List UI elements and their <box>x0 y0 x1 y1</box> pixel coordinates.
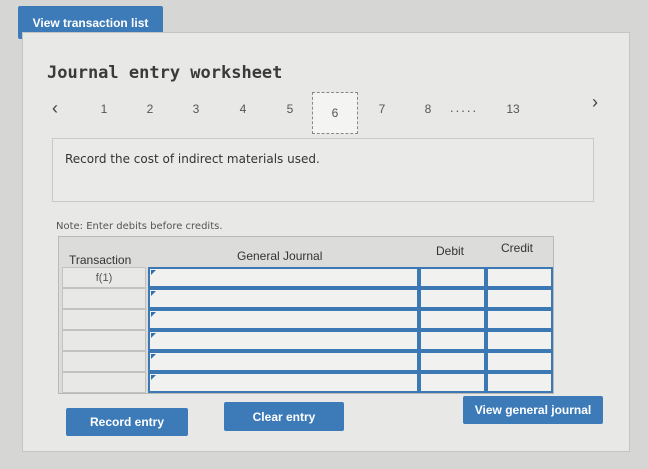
journal-row: f(1) <box>59 267 553 288</box>
credit-input[interactable] <box>486 351 553 372</box>
journal-row <box>59 288 553 309</box>
account-input[interactable] <box>148 267 419 288</box>
view-general-journal-button[interactable]: View general journal <box>463 396 603 424</box>
page-link-8[interactable]: 8 <box>418 102 438 116</box>
transaction-cell <box>62 288 146 309</box>
debit-input[interactable] <box>419 372 486 393</box>
journal-row <box>59 372 553 393</box>
transaction-cell <box>62 309 146 330</box>
account-input[interactable] <box>148 288 419 309</box>
dropdown-marker-icon <box>151 291 156 296</box>
header-transaction: Transaction <box>69 253 132 267</box>
journal-row <box>59 330 553 351</box>
header-general-journal: General Journal <box>237 249 323 263</box>
credit-input[interactable] <box>486 330 553 351</box>
debit-input[interactable] <box>419 351 486 372</box>
debit-input[interactable] <box>419 330 486 351</box>
clear-entry-button[interactable]: Clear entry <box>224 402 344 431</box>
worksheet-title: Journal entry worksheet <box>47 63 283 83</box>
account-input[interactable] <box>148 351 419 372</box>
credit-input[interactable] <box>486 372 553 393</box>
record-entry-button[interactable]: Record entry <box>66 408 188 436</box>
journal-row <box>59 309 553 330</box>
page-link-4[interactable]: 4 <box>233 102 253 116</box>
journal-table-header: Transaction General Journal Debit Credit <box>59 237 553 267</box>
debit-input[interactable] <box>419 309 486 330</box>
transaction-cell <box>62 372 146 393</box>
pager-ellipsis: ..... <box>450 100 479 115</box>
page-link-7[interactable]: 7 <box>372 102 392 116</box>
debit-credit-note: Note: Enter debits before credits. <box>56 221 223 232</box>
journal-entry-table: Transaction General Journal Debit Credit… <box>58 236 554 394</box>
header-credit: Credit <box>501 241 534 255</box>
chevron-left-icon[interactable]: ‹ <box>52 98 58 119</box>
dropdown-marker-icon <box>151 375 156 380</box>
chevron-right-icon[interactable]: › <box>592 92 598 113</box>
instruction-text: Record the cost of indirect materials us… <box>65 152 320 166</box>
credit-input[interactable] <box>486 309 553 330</box>
account-input[interactable] <box>148 330 419 351</box>
account-input[interactable] <box>148 372 419 393</box>
header-debit: Debit <box>436 244 465 258</box>
page-link-6-active[interactable]: 6 <box>312 92 358 134</box>
dropdown-marker-icon <box>151 354 156 359</box>
page-link-1[interactable]: 1 <box>94 102 114 116</box>
credit-input[interactable] <box>486 288 553 309</box>
instruction-box: Record the cost of indirect materials us… <box>52 138 594 202</box>
page-link-13[interactable]: 13 <box>503 102 523 116</box>
transaction-cell: f(1) <box>62 267 146 288</box>
credit-input[interactable] <box>486 267 553 288</box>
page-link-3[interactable]: 3 <box>186 102 206 116</box>
page-link-5[interactable]: 5 <box>280 102 300 116</box>
dropdown-marker-icon <box>151 333 156 338</box>
worksheet-pager: ‹ 1 2 3 4 5 6 7 8 ..... 13 › <box>40 90 620 135</box>
transaction-cell <box>62 330 146 351</box>
dropdown-marker-icon <box>151 312 156 317</box>
debit-input[interactable] <box>419 267 486 288</box>
account-input[interactable] <box>148 309 419 330</box>
debit-input[interactable] <box>419 288 486 309</box>
transaction-cell <box>62 351 146 372</box>
journal-row <box>59 351 553 372</box>
dropdown-marker-icon <box>151 270 156 275</box>
page-link-2[interactable]: 2 <box>140 102 160 116</box>
